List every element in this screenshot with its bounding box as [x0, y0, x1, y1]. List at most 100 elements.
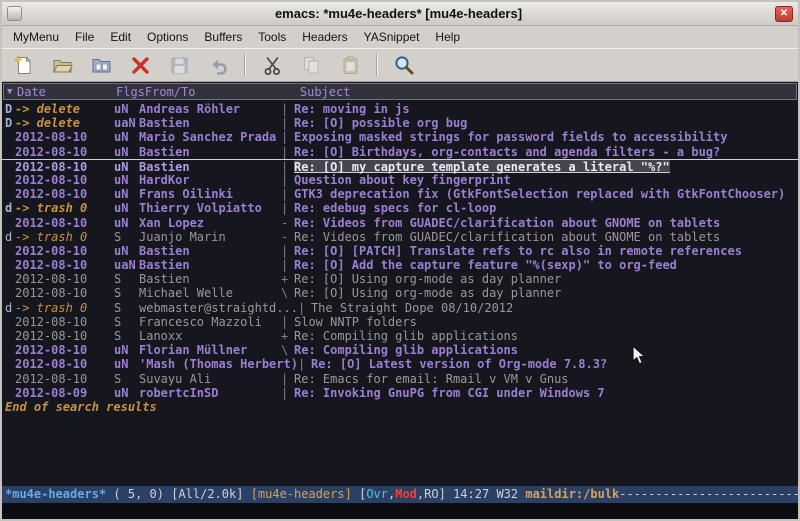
message-row[interactable]: 2012-08-10SBastien+Re: [O] Using org-mod…: [2, 272, 798, 286]
message-list: D-> deleteuNAndreas Röhler|Re: moving in…: [2, 102, 798, 400]
toolbar-paste-button[interactable]: [337, 52, 363, 78]
message-row[interactable]: 2012-08-10uNFrans Oilinki|GTK3 deprecati…: [2, 187, 798, 201]
modeline-size: [All/2.0k]: [171, 487, 243, 501]
msg-flags: uN: [114, 130, 139, 144]
msg-date: 2012-08-10: [15, 272, 114, 286]
menu-tools[interactable]: Tools: [250, 26, 294, 48]
msg-mark: [5, 386, 15, 400]
echo-area: [2, 503, 798, 519]
message-row[interactable]: 2012-08-10SLanoxx+Re: Compiling glib app…: [2, 329, 798, 343]
toolbar-kill-buffer-button[interactable]: [127, 52, 153, 78]
menu-buffers[interactable]: Buffers: [196, 26, 250, 48]
msg-date: 2012-08-10: [15, 258, 114, 272]
msg-thread: |: [281, 201, 294, 215]
message-row[interactable]: D-> deleteuNAndreas Röhler|Re: moving in…: [2, 102, 798, 116]
msg-date: -> delete: [15, 116, 114, 130]
toolbar: [2, 48, 798, 82]
message-row[interactable]: 2012-08-10SSuvayu Ali|Re: Emacs for emai…: [2, 372, 798, 386]
toolbar-new-file-button[interactable]: [10, 52, 36, 78]
msg-flags: S: [114, 372, 139, 386]
modeline-overwrite: Ovr: [366, 487, 388, 501]
titlebar[interactable]: emacs: *mu4e-headers* [mu4e-headers] ✕: [2, 2, 798, 26]
message-row[interactable]: D-> deleteuaNBastien|Re: [O] possible or…: [2, 116, 798, 130]
close-button[interactable]: ✕: [775, 6, 793, 22]
msg-thread: |: [281, 160, 294, 173]
msg-date: -> trash 0: [15, 230, 114, 244]
msg-date: -> trash 0: [15, 301, 114, 315]
msg-thread: |: [281, 145, 294, 159]
message-row[interactable]: 2012-08-10uNBastien|Re: [O] [PATCH] Tran…: [2, 244, 798, 258]
msg-date: 2012-08-10: [15, 244, 114, 258]
modeline[interactable]: *mu4e-headers* ( 5, 0) [All/2.0k] [mu4e-…: [2, 486, 798, 503]
column-header-subject[interactable]: Subject: [300, 85, 351, 99]
modeline-time: 14:27: [453, 487, 489, 501]
msg-from: Xan Lopez: [139, 216, 281, 230]
message-row[interactable]: 2012-08-10uN'Mash (Thomas Herbert)|Re: […: [2, 357, 798, 371]
msg-from: Florian Müllner: [139, 343, 281, 357]
emacs-window: emacs: *mu4e-headers* [mu4e-headers] ✕ M…: [0, 0, 800, 521]
modeline-dashes: ----------------------------------------: [619, 487, 798, 501]
msg-thread: |: [298, 357, 311, 371]
msg-date: 2012-08-10: [15, 372, 114, 386]
modeline-week: W32: [496, 487, 518, 501]
msg-date: 2012-08-10: [15, 329, 114, 343]
toolbar-copy-button[interactable]: [298, 52, 324, 78]
message-row[interactable]: 2012-08-10uNFlorian Müllner\Re: Compilin…: [2, 343, 798, 357]
message-row[interactable]: 2012-08-10SFrancesco Mazzoli|Slow NNTP f…: [2, 315, 798, 329]
toolbar-search-button[interactable]: [391, 52, 417, 78]
msg-from: Juanjo Marin: [139, 230, 281, 244]
menu-options[interactable]: Options: [139, 26, 196, 48]
msg-subject: Slow NNTP folders: [294, 315, 417, 329]
toolbar-cut-button[interactable]: [259, 52, 285, 78]
message-row[interactable]: 2012-08-10uNBastien|Re: [O] my capture t…: [2, 159, 798, 173]
toolbar-save-button[interactable]: [166, 52, 192, 78]
column-header-from[interactable]: From/To: [145, 85, 287, 99]
toolbar-directory-button[interactable]: [88, 52, 114, 78]
modeline-status: [Ovr,Mod,RO]: [359, 487, 446, 501]
modeline-status-close: ]: [439, 487, 446, 501]
cut-icon: [262, 55, 283, 76]
message-row[interactable]: d-> trash 0SJuanjo Marin-Re: Videos from…: [2, 230, 798, 244]
msg-flags: uN: [114, 244, 139, 258]
message-row[interactable]: 2012-08-10SMichael Welle\Re: [O] Using o…: [2, 286, 798, 300]
msg-flags: uaN: [114, 116, 139, 130]
toolbar-open-file-button[interactable]: [49, 52, 75, 78]
message-row[interactable]: 2012-08-10uNHardKor|Question about key f…: [2, 173, 798, 187]
menu-yasnippet[interactable]: YASnippet: [356, 26, 428, 48]
msg-from: Mario Sanchez Prada: [139, 130, 281, 144]
msg-date: 2012-08-10: [15, 286, 114, 300]
buffer-area[interactable]: ▼ Date Flgs From/To Subject D-> deleteuN…: [2, 82, 798, 486]
column-header-date[interactable]: Date: [17, 85, 116, 99]
window-title: emacs: *mu4e-headers* [mu4e-headers]: [27, 6, 770, 21]
sort-direction-icon[interactable]: ▼: [7, 87, 17, 97]
msg-thread: |: [281, 102, 294, 116]
message-row[interactable]: 2012-08-10uaNBastien|Re: [O] Add the cap…: [2, 258, 798, 272]
message-row[interactable]: 2012-08-10uNMario Sanchez Prada|Exposing…: [2, 130, 798, 144]
message-row[interactable]: 2012-08-09uNrobertcInSD|Re: Invoking Gnu…: [2, 386, 798, 400]
menu-headers[interactable]: Headers: [294, 26, 355, 48]
msg-mark: [5, 130, 15, 144]
toolbar-undo-button[interactable]: [205, 52, 231, 78]
msg-subject: Re: Videos from GUADEC/clarification abo…: [294, 216, 720, 230]
message-row[interactable]: 2012-08-10uNBastien|Re: [O] Birthdays, o…: [2, 145, 798, 159]
paste-icon: [340, 55, 361, 76]
menu-file[interactable]: File: [67, 26, 102, 48]
menu-help[interactable]: Help: [427, 26, 468, 48]
msg-mark: d: [5, 201, 15, 215]
msg-thread: |: [281, 315, 294, 329]
msg-date: 2012-08-10: [15, 160, 114, 173]
message-row[interactable]: d-> trash 0Swebmaster@straightd...|The S…: [2, 301, 798, 315]
msg-from: Bastien: [139, 258, 281, 272]
msg-mark: d: [5, 301, 15, 315]
msg-mark: [5, 187, 15, 201]
msg-flags: uN: [114, 386, 139, 400]
menu-edit[interactable]: Edit: [102, 26, 139, 48]
msg-date: -> delete: [15, 102, 114, 116]
msg-thread: |: [281, 116, 294, 130]
message-row[interactable]: d-> trash 0uNThierry Volpiatto|Re: edebu…: [2, 201, 798, 215]
msg-mark: [5, 286, 15, 300]
menu-mymenu[interactable]: MyMenu: [5, 26, 67, 48]
msg-thread: |: [281, 244, 294, 258]
column-header-flags[interactable]: Flgs: [116, 85, 145, 99]
message-row[interactable]: 2012-08-10uNXan Lopez-Re: Videos from GU…: [2, 216, 798, 230]
